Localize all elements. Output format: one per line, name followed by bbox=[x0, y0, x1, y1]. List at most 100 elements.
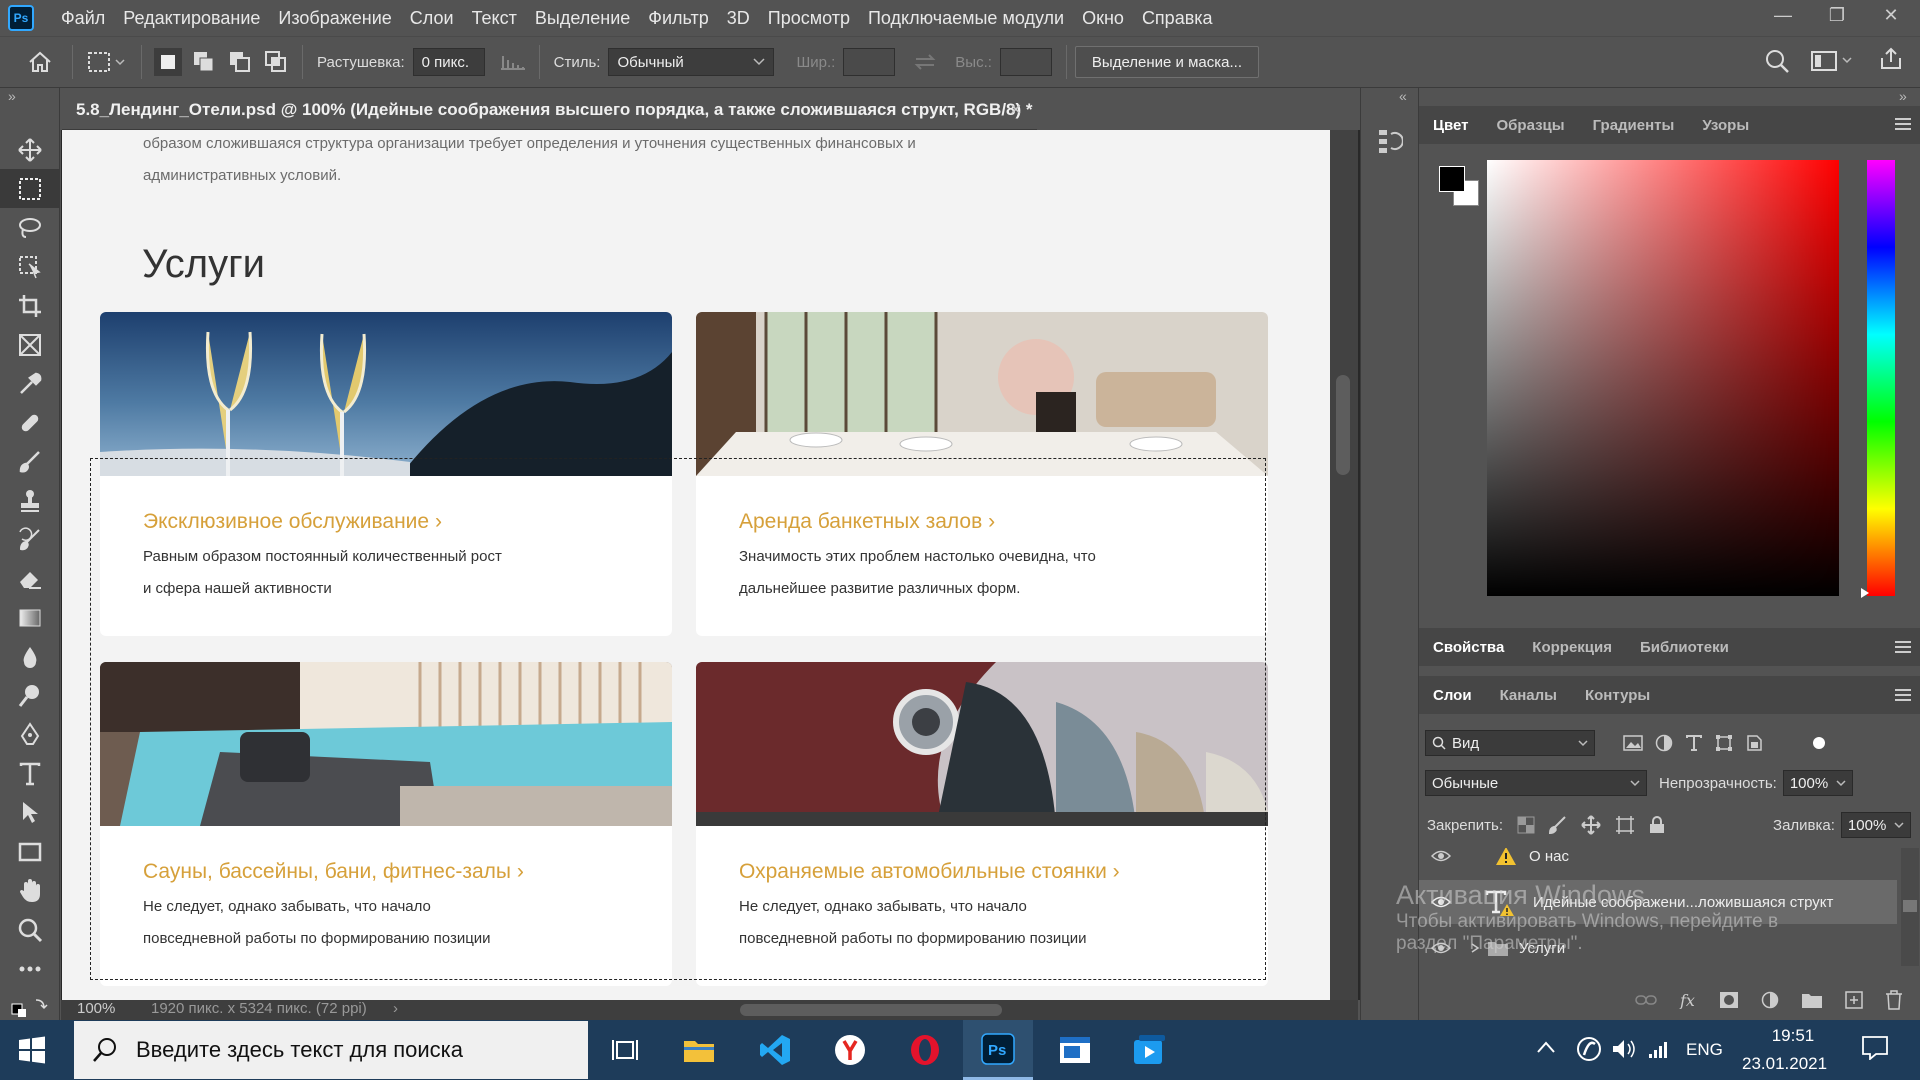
marquee-preset-icon[interactable] bbox=[85, 48, 129, 76]
path-selection-tool-icon[interactable] bbox=[0, 793, 60, 832]
lock-all-icon[interactable] bbox=[1649, 816, 1665, 834]
link-icon[interactable] bbox=[1635, 994, 1657, 1006]
pen-tool-icon[interactable] bbox=[0, 715, 60, 754]
object-select-tool-icon[interactable] bbox=[0, 247, 60, 286]
new-layer-icon[interactable] bbox=[1845, 991, 1863, 1009]
gradient-tool-icon[interactable] bbox=[0, 598, 60, 637]
opera-icon[interactable] bbox=[890, 1020, 960, 1080]
hue-slider[interactable] bbox=[1867, 160, 1895, 596]
image-filter-icon[interactable] bbox=[1623, 734, 1643, 752]
close-button[interactable]: ✕ bbox=[1864, 0, 1918, 30]
layers-scrollbar[interactable] bbox=[1901, 848, 1919, 966]
vscode-icon[interactable] bbox=[740, 1020, 810, 1080]
move-tool-icon[interactable] bbox=[0, 130, 60, 169]
window-app-icon[interactable] bbox=[1040, 1020, 1110, 1080]
menu-view[interactable]: Просмотр bbox=[759, 8, 859, 29]
trash-icon[interactable] bbox=[1885, 990, 1903, 1010]
layer-filter-select[interactable]: Вид bbox=[1425, 730, 1595, 756]
tab-color[interactable]: Цвет bbox=[1419, 117, 1482, 134]
menu-file[interactable]: Файл bbox=[52, 8, 114, 29]
home-icon[interactable] bbox=[26, 48, 54, 76]
marquee-tool-icon[interactable] bbox=[0, 169, 60, 208]
tab-layers[interactable]: Слои bbox=[1419, 687, 1486, 704]
filter-toggle[interactable] bbox=[1813, 737, 1825, 749]
add-selection-icon[interactable] bbox=[190, 48, 218, 76]
menu-plugins[interactable]: Подключаемые модули bbox=[859, 8, 1073, 29]
intersect-selection-icon[interactable] bbox=[262, 48, 290, 76]
vertical-scrollbar[interactable] bbox=[1330, 130, 1358, 1000]
blur-tool-icon[interactable] bbox=[0, 637, 60, 676]
foreground-color-swatch[interactable] bbox=[1439, 166, 1465, 192]
yandex-browser-icon[interactable] bbox=[815, 1020, 885, 1080]
menu-text[interactable]: Текст bbox=[463, 8, 526, 29]
eraser-tool-icon[interactable] bbox=[0, 559, 60, 598]
adjustment-icon[interactable] bbox=[1761, 991, 1779, 1009]
menu-3d[interactable]: 3D bbox=[718, 8, 759, 29]
network-icon[interactable] bbox=[1648, 1040, 1670, 1058]
menu-edit[interactable]: Редактирование bbox=[114, 8, 269, 29]
zoom-tool-icon[interactable] bbox=[0, 910, 60, 949]
minimize-button[interactable]: — bbox=[1756, 0, 1810, 30]
eyedropper-tool-icon[interactable] bbox=[0, 364, 60, 403]
tab-gradients[interactable]: Градиенты bbox=[1579, 117, 1689, 134]
task-view-icon[interactable] bbox=[590, 1020, 660, 1080]
tab-properties[interactable]: Свойства bbox=[1419, 639, 1518, 656]
photoshop-taskbar-icon[interactable]: Ps bbox=[963, 1020, 1033, 1080]
color-swatches[interactable] bbox=[1439, 166, 1481, 208]
search-icon[interactable] bbox=[1764, 48, 1790, 74]
vertical-scroll-thumb[interactable] bbox=[1336, 375, 1350, 475]
tab-adjustments[interactable]: Коррекция bbox=[1518, 639, 1626, 656]
layers-scroll-thumb[interactable] bbox=[1903, 900, 1917, 912]
tab-paths[interactable]: Контуры bbox=[1571, 687, 1664, 704]
fill-input[interactable]: 100% bbox=[1840, 812, 1911, 838]
eye-icon[interactable] bbox=[1431, 849, 1451, 863]
adjustment-filter-icon[interactable] bbox=[1655, 734, 1673, 752]
anti-alias-icon[interactable] bbox=[499, 48, 527, 76]
file-explorer-icon[interactable] bbox=[664, 1020, 734, 1080]
hue-pointer-icon[interactable] bbox=[1861, 588, 1869, 598]
document-tab[interactable]: 5.8_Лендинг_Отели.psd @ 100% (Идейные со… bbox=[62, 90, 1037, 130]
volume-icon[interactable] bbox=[1612, 1038, 1638, 1060]
menu-help[interactable]: Справка bbox=[1133, 8, 1222, 29]
taskbar-search[interactable]: Введите здесь текст для поиска bbox=[74, 1021, 588, 1079]
clone-stamp-tool-icon[interactable] bbox=[0, 481, 60, 520]
lock-position-icon[interactable] bbox=[1581, 815, 1601, 835]
tab-patterns[interactable]: Узоры bbox=[1688, 117, 1763, 134]
type-tool-icon[interactable] bbox=[0, 754, 60, 793]
windows-start-icon[interactable] bbox=[18, 1036, 46, 1064]
width-input[interactable] bbox=[843, 48, 896, 76]
hand-tool-icon[interactable] bbox=[0, 871, 60, 910]
clock-date[interactable]: 23.01.2021 bbox=[1742, 1054, 1827, 1074]
collapse-right-icon[interactable]: » bbox=[1899, 88, 1907, 104]
panel-menu-icon[interactable] bbox=[1895, 641, 1911, 653]
show-hidden-icons[interactable] bbox=[1536, 1040, 1556, 1054]
blend-mode-select[interactable]: Обычные bbox=[1425, 770, 1647, 796]
feather-input[interactable]: 0 пикс. bbox=[412, 48, 485, 76]
new-selection-icon[interactable] bbox=[154, 48, 182, 76]
healing-brush-tool-icon[interactable] bbox=[0, 403, 60, 442]
tab-libraries[interactable]: Библиотеки bbox=[1626, 639, 1743, 656]
menu-window[interactable]: Окно bbox=[1073, 8, 1133, 29]
style-select[interactable]: Обычный bbox=[608, 48, 775, 76]
type-filter-icon[interactable] bbox=[1685, 734, 1703, 752]
history-panel-icon[interactable] bbox=[1377, 128, 1403, 154]
frame-tool-icon[interactable] bbox=[0, 325, 60, 364]
tray-app-icon[interactable] bbox=[1576, 1036, 1602, 1062]
menu-select[interactable]: Выделение bbox=[526, 8, 639, 29]
tab-channels[interactable]: Каналы bbox=[1486, 687, 1571, 704]
tab-swatches[interactable]: Образцы bbox=[1482, 117, 1578, 134]
more-tools-icon[interactable] bbox=[0, 949, 60, 988]
select-and-mask-button[interactable]: Выделение и маска... bbox=[1074, 46, 1259, 78]
crop-tool-icon[interactable] bbox=[0, 286, 60, 325]
menu-filter[interactable]: Фильтр bbox=[639, 8, 717, 29]
opacity-input[interactable]: 100% bbox=[1782, 770, 1853, 796]
collapse-panels-icon[interactable]: « bbox=[1399, 88, 1407, 104]
brush-tool-icon[interactable] bbox=[0, 442, 60, 481]
height-input[interactable] bbox=[999, 48, 1052, 76]
collapse-tools-icon[interactable]: » bbox=[8, 88, 16, 104]
panel-menu-icon[interactable] bbox=[1895, 689, 1911, 701]
color-field[interactable] bbox=[1487, 160, 1839, 596]
folder-icon[interactable] bbox=[1801, 991, 1823, 1009]
notifications-icon[interactable] bbox=[1862, 1036, 1888, 1060]
horizontal-scroll-thumb[interactable] bbox=[740, 1004, 1002, 1016]
